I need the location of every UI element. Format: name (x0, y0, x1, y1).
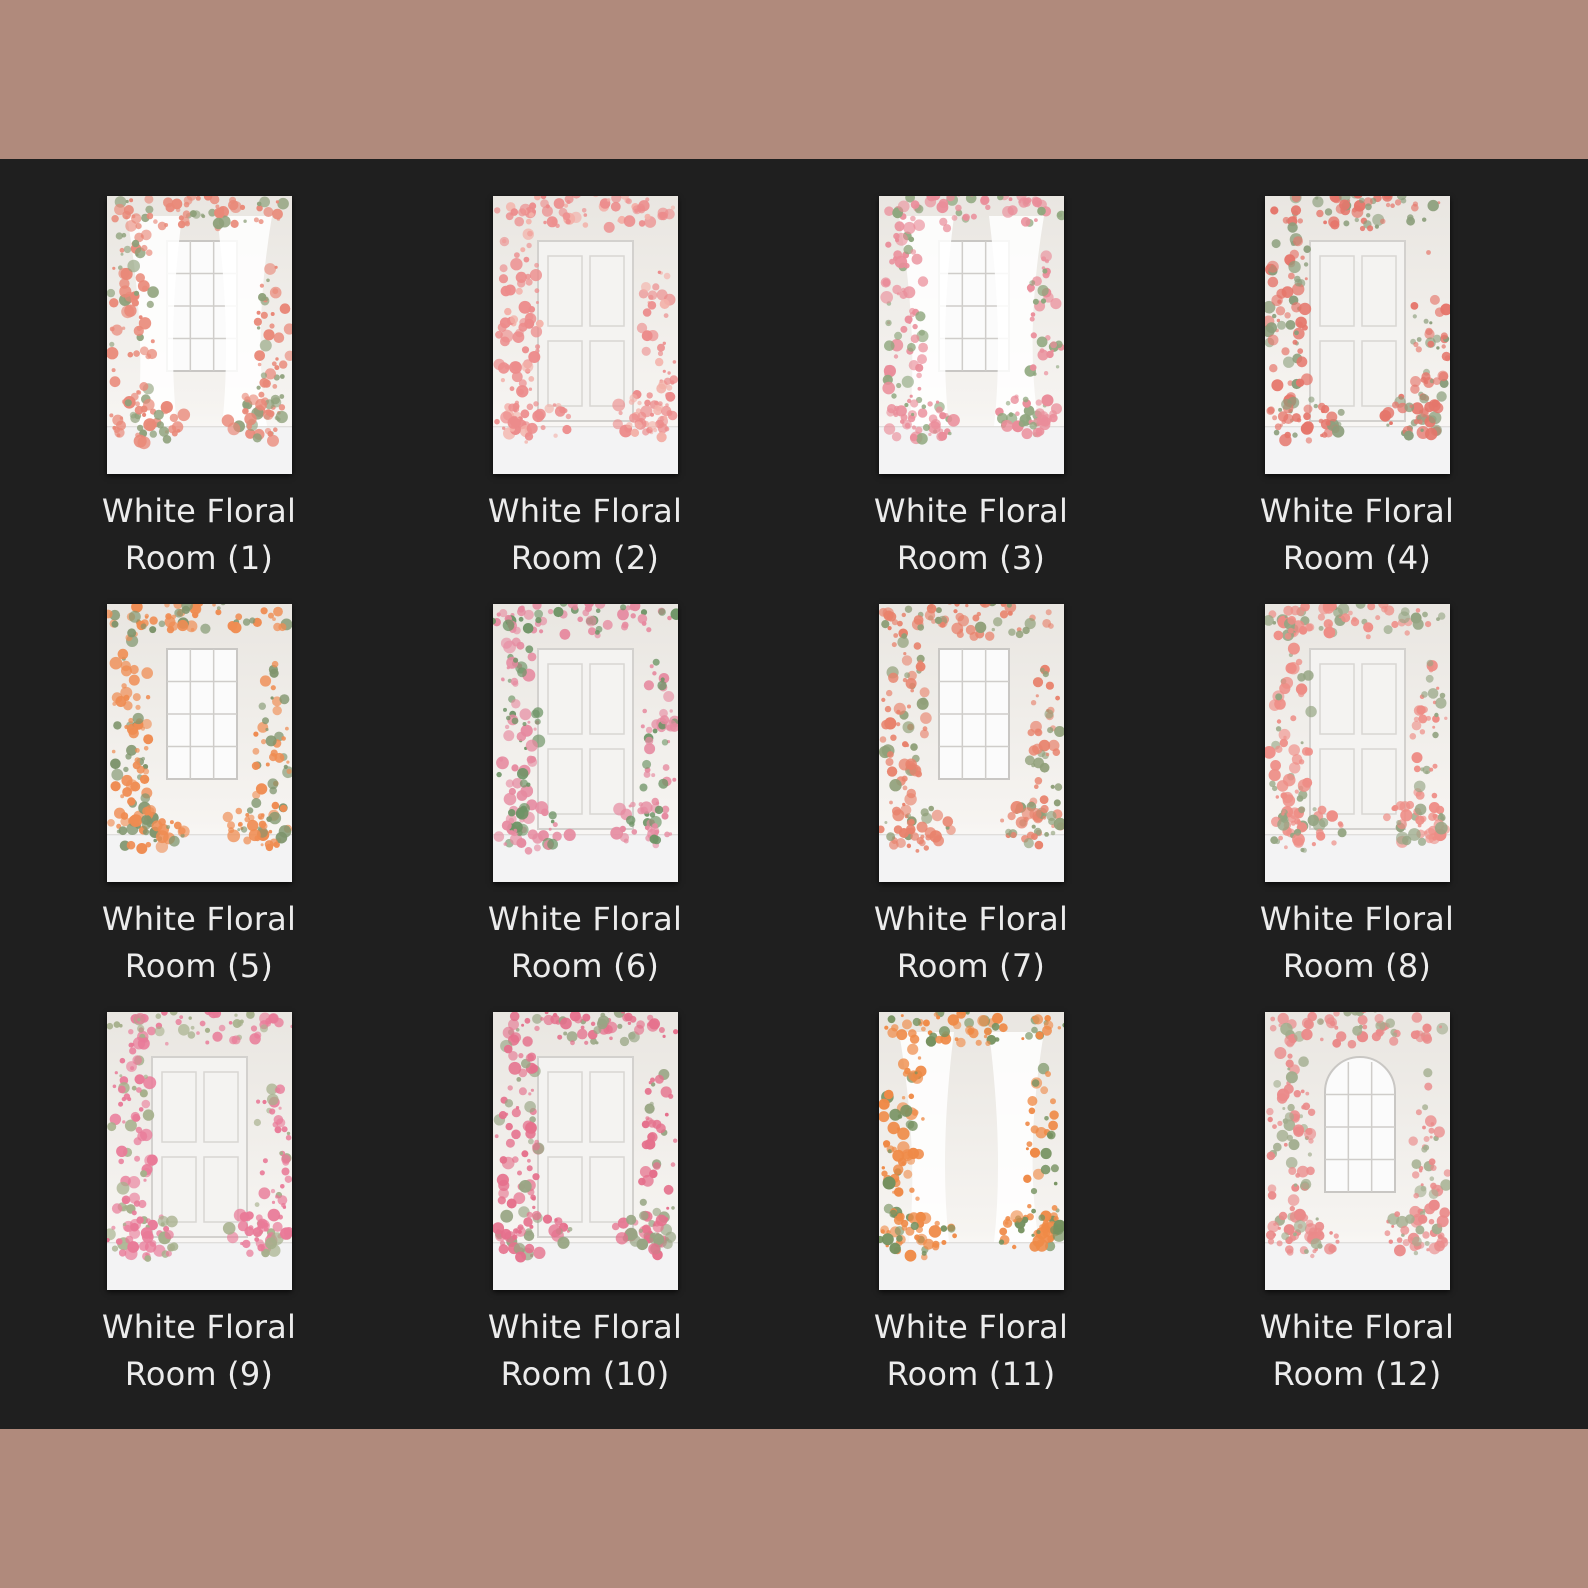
file-name-line-2: Room (10) (500, 1355, 670, 1393)
file-name: White Floral Room (9) (94, 1304, 304, 1398)
file-tile[interactable]: White Floral Room (2) (480, 196, 690, 582)
bottom-frame-band (0, 1429, 1588, 1588)
image-thumbnail (492, 1012, 678, 1290)
image-thumbnail (878, 196, 1064, 474)
image-thumbnail (878, 1012, 1064, 1290)
file-tile[interactable]: White Floral Room (11) (866, 1012, 1076, 1398)
file-name-line-1: White Floral (101, 492, 297, 530)
file-tile[interactable]: White Floral Room (3) (866, 196, 1076, 582)
file-name-line-2: Room (1) (124, 539, 274, 577)
file-name: White Floral Room (1) (94, 488, 304, 582)
file-name-line-2: Room (2) (510, 539, 660, 577)
image-thumbnail (878, 604, 1064, 882)
file-tile[interactable]: White Floral Room (9) (94, 1012, 304, 1398)
file-name: White Floral Room (12) (1252, 1304, 1462, 1398)
file-name: White Floral Room (11) (866, 1304, 1076, 1398)
file-tile[interactable]: White Floral Room (5) (94, 604, 304, 990)
image-thumbnail (106, 604, 292, 882)
file-tile[interactable]: White Floral Room (12) (1252, 1012, 1462, 1398)
file-name-line-1: White Floral (1259, 1308, 1455, 1346)
file-name: White Floral Room (10) (480, 1304, 690, 1398)
file-name-line-2: Room (6) (510, 947, 660, 985)
file-name-line-2: Room (12) (1272, 1355, 1442, 1393)
file-name-line-1: White Floral (1259, 900, 1455, 938)
file-tile[interactable]: White Floral Room (6) (480, 604, 690, 990)
file-name-line-2: Room (11) (886, 1355, 1056, 1393)
image-thumbnail (492, 196, 678, 474)
file-tile[interactable]: White Floral Room (4) (1252, 196, 1462, 582)
file-name-line-2: Room (9) (124, 1355, 274, 1393)
file-name: White Floral Room (4) (1252, 488, 1462, 582)
file-name-line-1: White Floral (101, 1308, 297, 1346)
file-name-line-2: Room (4) (1282, 539, 1432, 577)
file-tile[interactable]: White Floral Room (7) (866, 604, 1076, 990)
top-frame-band (0, 0, 1588, 159)
file-name: White Floral Room (5) (94, 896, 304, 990)
file-name-line-1: White Floral (873, 900, 1069, 938)
file-name: White Floral Room (3) (866, 488, 1076, 582)
file-name-line-1: White Floral (487, 492, 683, 530)
file-name-line-1: White Floral (487, 900, 683, 938)
file-tile[interactable]: White Floral Room (10) (480, 1012, 690, 1398)
file-name-line-2: Room (8) (1282, 947, 1432, 985)
file-name-line-1: White Floral (487, 1308, 683, 1346)
file-name-line-2: Room (3) (896, 539, 1046, 577)
file-name-line-1: White Floral (1259, 492, 1455, 530)
file-name-line-1: White Floral (873, 1308, 1069, 1346)
file-name: White Floral Room (2) (480, 488, 690, 582)
image-thumbnail (492, 604, 678, 882)
file-name-line-1: White Floral (101, 900, 297, 938)
image-thumbnail (1264, 1012, 1450, 1290)
file-name-line-2: Room (5) (124, 947, 274, 985)
file-name: White Floral Room (6) (480, 896, 690, 990)
image-thumbnail (106, 196, 292, 474)
file-tile[interactable]: White Floral Room (1) (94, 196, 304, 582)
image-thumbnail (1264, 196, 1450, 474)
file-name: White Floral Room (7) (866, 896, 1076, 990)
image-thumbnail (106, 1012, 292, 1290)
image-thumbnail (1264, 604, 1450, 882)
file-name-line-1: White Floral (873, 492, 1069, 530)
file-name: White Floral Room (8) (1252, 896, 1462, 990)
file-name-line-2: Room (7) (896, 947, 1046, 985)
file-explorer-grid: White Floral Room (1) White Floral Room … (0, 159, 1588, 1429)
file-tile[interactable]: White Floral Room (8) (1252, 604, 1462, 990)
